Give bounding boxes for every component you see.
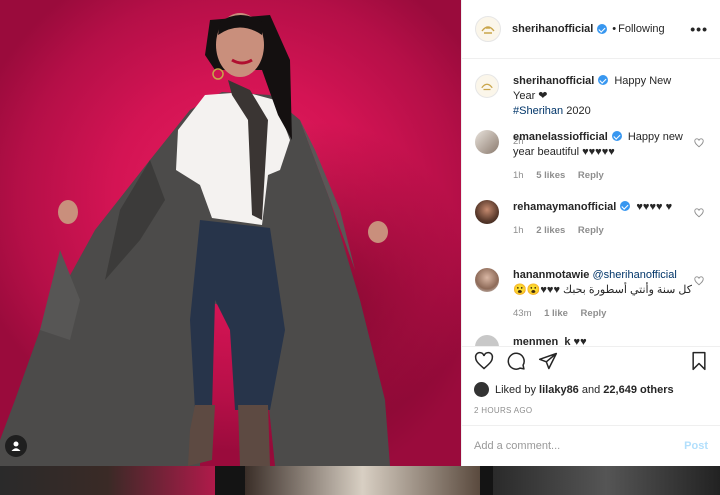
comment-likes[interactable]: 1 like [544, 308, 568, 319]
reply-button[interactable]: Reply [578, 225, 604, 236]
comment-text: ♥♥♥♥ ♥ [636, 201, 673, 213]
caption-avatar[interactable] [475, 74, 499, 98]
like-icon[interactable] [474, 351, 494, 371]
like-comment-icon[interactable] [694, 208, 704, 218]
post-comment-button[interactable]: Post [684, 440, 708, 452]
commenter-avatar[interactable] [475, 268, 499, 292]
comment-likes[interactable]: 2 likes [536, 225, 565, 236]
comment-item: rehamaymanofficial ♥♥♥♥ ♥ 1h 2 likes Rep… [475, 200, 706, 238]
following-button[interactable]: Following [618, 23, 664, 35]
likes-prefix: Liked by [495, 383, 536, 396]
reply-button[interactable]: Reply [578, 170, 604, 181]
photo-figure [0, 13, 390, 466]
post-side-panel: sherihanofficial • Following ••• sheriha… [461, 0, 720, 466]
likes-user[interactable]: lilaky86 [539, 384, 579, 396]
commenter-avatar[interactable] [475, 335, 499, 346]
comments-list[interactable]: sherihanofficial Happy New Year ❤ #Sheri… [462, 60, 720, 346]
liker-avatar[interactable] [474, 382, 489, 397]
verified-icon [598, 75, 609, 85]
like-comment-icon[interactable] [694, 138, 704, 148]
comment-time: 1h [513, 225, 524, 236]
header-separator: • [612, 23, 617, 35]
caption-tag-suffix: 2020 [563, 105, 591, 117]
share-icon[interactable] [538, 351, 558, 371]
comment-mention[interactable]: @sherihanofficial [592, 269, 676, 281]
add-comment-bar: Add a comment... Post [462, 425, 720, 466]
commenter-avatar[interactable] [475, 200, 499, 224]
caption-username[interactable]: sherihanofficial [513, 75, 594, 87]
comment-text: ♥♥ [573, 336, 587, 346]
comment-item: hananmotawie @sherihanofficial كل سنة وأ… [475, 268, 706, 321]
related-thumbnail[interactable] [0, 466, 215, 495]
post-actions-bar [462, 346, 720, 374]
comment-username[interactable]: rehamaymanofficial [513, 201, 616, 213]
verified-icon [611, 131, 622, 141]
post-timestamp[interactable]: 2 HOURS AGO [474, 406, 532, 415]
comment-likes[interactable]: 5 likes [536, 170, 565, 181]
header-username[interactable]: sherihanofficial [512, 23, 593, 35]
comment-text: كل سنة وأنتي أسطورة بحبك ♥♥♥😮😮 [513, 284, 692, 296]
related-thumbnail[interactable] [493, 466, 720, 495]
comment-item: emanelassiofficial Happy new year beauti… [475, 130, 706, 183]
caption-hashtag[interactable]: #Sherihan [513, 105, 563, 117]
likes-joiner: and [581, 383, 601, 396]
user-tag-icon[interactable] [5, 435, 27, 457]
comment-time: 1h [513, 170, 524, 181]
add-comment-input[interactable]: Add a comment... [474, 440, 560, 452]
comment-item: menmen_k ♥♥ [475, 335, 706, 346]
comment-icon[interactable] [506, 351, 526, 371]
comment-username[interactable]: menmen_k [513, 336, 570, 346]
verified-icon [597, 24, 608, 34]
comment-username[interactable]: hananmotawie [513, 269, 589, 281]
post-header: sherihanofficial • Following ••• [462, 0, 720, 59]
profile-avatar[interactable] [475, 16, 501, 42]
save-bookmark-icon[interactable] [690, 351, 708, 371]
post-photo[interactable] [0, 0, 461, 466]
likes-summary: Liked by lilaky86 and 22,649 others [474, 382, 674, 397]
related-thumbnail[interactable] [245, 466, 480, 495]
commenter-avatar[interactable] [475, 130, 499, 154]
comment-username[interactable]: emanelassiofficial [513, 131, 608, 143]
verified-icon [620, 201, 631, 211]
likes-count[interactable]: 22,649 others [603, 384, 673, 396]
related-posts-strip [0, 466, 720, 495]
like-comment-icon[interactable] [694, 276, 704, 286]
comment-time: 43m [513, 308, 532, 319]
reply-button[interactable]: Reply [581, 308, 607, 319]
more-options-icon[interactable]: ••• [690, 22, 708, 36]
